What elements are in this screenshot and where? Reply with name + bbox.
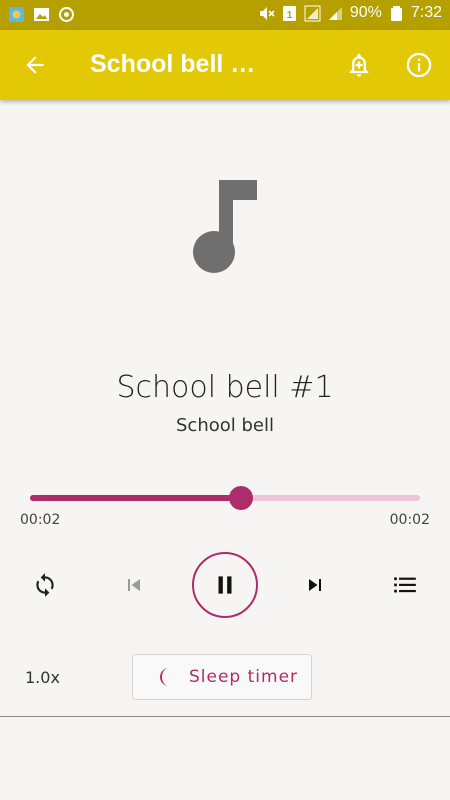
track-subtitle: School bell bbox=[176, 415, 274, 436]
next-button[interactable] bbox=[293, 563, 337, 607]
divider bbox=[0, 716, 450, 717]
skip-next-icon bbox=[309, 579, 321, 591]
playback-speed[interactable]: 1.0x bbox=[25, 668, 60, 687]
signal-icon bbox=[328, 6, 342, 20]
previous-button[interactable] bbox=[112, 563, 156, 607]
battery-percent: 90% bbox=[349, 4, 382, 21]
signal-icon bbox=[304, 5, 321, 21]
app-bar: School bell … bbox=[0, 30, 450, 100]
elapsed-time: 00:02 bbox=[20, 512, 61, 528]
seek-thumb[interactable] bbox=[228, 486, 253, 510]
sleep-timer-button[interactable]: Sleep timer bbox=[132, 654, 312, 700]
battery-icon bbox=[390, 5, 402, 21]
sleep-timer-label: Sleep timer bbox=[189, 667, 299, 687]
app-icon bbox=[9, 7, 24, 22]
queue-list-icon bbox=[394, 577, 416, 593]
svg-text:1: 1 bbox=[287, 10, 293, 21]
image-icon bbox=[34, 8, 49, 21]
seek-progress bbox=[30, 495, 241, 501]
repeat-icon bbox=[36, 573, 54, 597]
sim-icon: 1 bbox=[282, 5, 296, 21]
track-title: School bell #1 bbox=[116, 370, 334, 405]
mute-icon bbox=[259, 6, 275, 20]
status-bar: 1 90% 7:32 bbox=[0, 0, 450, 30]
seek-bar[interactable] bbox=[30, 486, 420, 510]
queue-button[interactable] bbox=[383, 563, 427, 607]
repeat-button[interactable] bbox=[23, 563, 67, 607]
clock: 7:32 bbox=[410, 4, 442, 21]
info-button[interactable] bbox=[398, 44, 440, 86]
page-title: School bell … bbox=[90, 50, 256, 78]
info-icon bbox=[406, 52, 432, 78]
back-button[interactable] bbox=[14, 44, 56, 86]
pause-icon bbox=[218, 576, 232, 594]
add-alarm-button[interactable] bbox=[338, 44, 380, 86]
moon-icon bbox=[160, 668, 169, 686]
add-alarm-icon bbox=[349, 53, 369, 77]
music-note-icon bbox=[193, 180, 257, 273]
sync-icon bbox=[59, 7, 74, 22]
skip-previous-icon bbox=[128, 579, 140, 591]
arrow-back-icon bbox=[26, 56, 44, 74]
play-pause-button[interactable] bbox=[192, 552, 258, 618]
total-time: 00:02 bbox=[389, 512, 430, 528]
